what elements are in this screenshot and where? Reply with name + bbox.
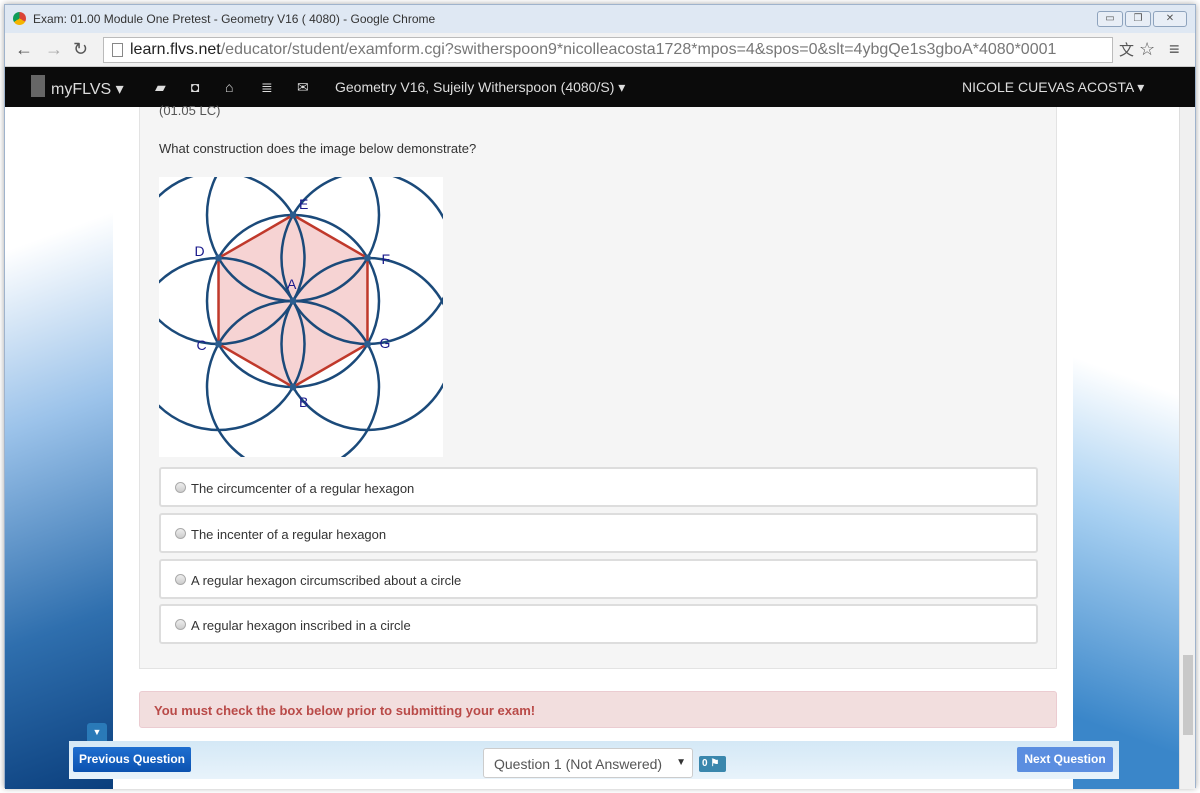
submit-warning-alert: You must check the box below prior to su… bbox=[139, 691, 1057, 728]
radio-button[interactable] bbox=[175, 528, 186, 539]
logo-icon bbox=[31, 75, 45, 97]
menu-icon[interactable]: ≡ bbox=[1169, 39, 1180, 60]
course-menu[interactable]: Geometry V16, Sujeily Witherspoon (4080/… bbox=[335, 79, 625, 96]
flag-count-badge[interactable]: 0 ⚑ bbox=[699, 756, 726, 772]
vertex-label-G: G bbox=[379, 335, 390, 351]
vertex-label-F: F bbox=[381, 251, 390, 267]
url-path: /educator/student/examform.cgi?swithersp… bbox=[220, 41, 1057, 58]
answer-option[interactable]: A regular hexagon circumscribed about a … bbox=[159, 559, 1038, 599]
vertex-point bbox=[215, 340, 223, 348]
answer-option[interactable]: The incenter of a regular hexagon bbox=[159, 513, 1038, 553]
chrome-icon bbox=[13, 12, 26, 25]
brand-menu[interactable]: myFLVS ▾ bbox=[51, 79, 124, 99]
title-bar: Exam: 01.00 Module One Pretest - Geometr… bbox=[5, 5, 1195, 33]
answer-option[interactable]: A regular hexagon inscribed in a circle bbox=[159, 604, 1038, 644]
window-title: Exam: 01.00 Module One Pretest - Geometr… bbox=[33, 12, 436, 26]
answer-option[interactable]: The circumcenter of a regular hexagon bbox=[159, 467, 1038, 507]
mail-icon[interactable]: ✉ bbox=[297, 79, 309, 96]
flag-icon: ⚑ bbox=[710, 758, 720, 769]
translate-icon[interactable]: 文 bbox=[1119, 39, 1134, 60]
vertex-point bbox=[363, 254, 371, 262]
url-host: learn.flvs.net bbox=[130, 41, 221, 58]
question-select[interactable]: Question 1 (Not Answered) ▼ bbox=[483, 748, 693, 778]
page-icon bbox=[112, 43, 123, 57]
background-right bbox=[1073, 107, 1179, 789]
collapse-toggle-icon[interactable]: ▼ bbox=[87, 723, 107, 743]
brand-label: myFLVS bbox=[51, 81, 112, 98]
lesson-code: (01.05 LC) bbox=[159, 103, 221, 118]
next-question-button[interactable]: Next Question bbox=[1017, 747, 1113, 772]
option-label: A regular hexagon circumscribed about a … bbox=[191, 573, 462, 588]
reload-icon[interactable]: ↻ bbox=[73, 39, 88, 60]
dropdown-arrow-icon: ▼ bbox=[676, 757, 686, 768]
maximize-button[interactable]: ❐ bbox=[1125, 11, 1151, 27]
background-left bbox=[5, 107, 113, 789]
exam-footer: Previous Question Question 1 (Not Answer… bbox=[69, 741, 1119, 779]
vertex-label-D: D bbox=[195, 243, 205, 259]
radio-button[interactable] bbox=[175, 482, 186, 493]
address-bar[interactable]: learn.flvs.net/educator/student/examform… bbox=[103, 37, 1113, 63]
figure-svg: E F G B C D A bbox=[131, 127, 455, 475]
scrollbar-thumb[interactable] bbox=[1183, 655, 1193, 735]
vertex-label-A: A bbox=[287, 276, 297, 292]
previous-question-button[interactable]: Previous Question bbox=[73, 747, 191, 772]
home-icon[interactable]: ⌂ bbox=[225, 79, 233, 95]
vertex-point bbox=[289, 383, 297, 391]
vertex-point bbox=[363, 340, 371, 348]
inbox-icon[interactable]: ◘ bbox=[191, 79, 199, 95]
site-navbar: myFLVS ▾ ▰ ◘ ⌂ ≣ ✉ Geometry V16, Sujeily… bbox=[5, 67, 1195, 107]
user-menu[interactable]: NICOLE CUEVAS ACOSTA ▾ bbox=[962, 79, 1144, 96]
question-prompt: What construction does the image below d… bbox=[159, 141, 477, 156]
hexagon-construction-figure: E F G B C D A bbox=[131, 127, 455, 475]
scrollbar[interactable] bbox=[1179, 107, 1195, 789]
user-label: NICOLE CUEVAS ACOSTA bbox=[962, 79, 1134, 95]
option-label: A regular hexagon inscribed in a circle bbox=[191, 618, 411, 633]
course-label: Geometry V16, Sujeily Witherspoon (4080/… bbox=[335, 79, 615, 95]
vertex-point bbox=[289, 211, 297, 219]
vertex-point bbox=[215, 254, 223, 262]
radio-button[interactable] bbox=[175, 574, 186, 585]
question-select-value: Question 1 (Not Answered) bbox=[494, 756, 663, 772]
close-button[interactable]: ✕ bbox=[1153, 11, 1187, 27]
vertex-point bbox=[289, 297, 297, 305]
option-label: The circumcenter of a regular hexagon bbox=[191, 481, 415, 496]
radio-button[interactable] bbox=[175, 619, 186, 630]
vertex-label-B: B bbox=[299, 394, 308, 410]
star-icon[interactable]: ☆ bbox=[1139, 39, 1155, 60]
browser-toolbar: ← → ↻ learn.flvs.net/educator/student/ex… bbox=[5, 33, 1195, 67]
exam-page: (01.05 LC) What construction does the im… bbox=[113, 103, 1073, 789]
forward-icon[interactable]: → bbox=[45, 39, 63, 60]
list-icon[interactable]: ≣ bbox=[261, 79, 273, 96]
minimize-button[interactable]: ▭ bbox=[1097, 11, 1123, 27]
book-icon[interactable]: ▰ bbox=[155, 79, 166, 96]
vertex-label-C: C bbox=[197, 337, 207, 353]
browser-window: Exam: 01.00 Module One Pretest - Geometr… bbox=[4, 4, 1196, 789]
back-icon[interactable]: ← bbox=[15, 39, 33, 60]
question-panel: (01.05 LC) What construction does the im… bbox=[131, 103, 1057, 669]
flag-count: 0 bbox=[702, 758, 708, 769]
vertex-label-E: E bbox=[299, 196, 308, 212]
option-label: The incenter of a regular hexagon bbox=[191, 527, 387, 542]
